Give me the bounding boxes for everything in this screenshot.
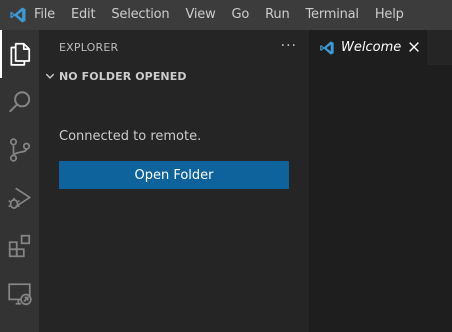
activity-bar <box>0 30 39 332</box>
activity-search[interactable] <box>0 78 39 126</box>
explorer-icon <box>9 42 30 66</box>
connected-message: Connected to remote. <box>59 129 202 144</box>
activity-run-debug[interactable] <box>0 174 39 222</box>
run-debug-icon <box>8 187 31 209</box>
tab-label: Welcome <box>341 40 402 55</box>
vscode-tab-icon <box>320 40 334 55</box>
more-actions-button[interactable]: ··· <box>281 39 297 53</box>
tab-welcome[interactable]: Welcome <box>309 30 427 65</box>
editor-tabs: Welcome <box>309 30 452 65</box>
section-title: NO FOLDER OPENED <box>59 69 187 83</box>
sidebar-header: EXPLORER ··· <box>39 30 309 65</box>
vscode-logo-icon <box>0 0 36 30</box>
activity-extensions[interactable] <box>0 222 39 270</box>
menu-edit[interactable]: Edit <box>63 0 103 30</box>
menu-terminal[interactable]: Terminal <box>297 0 366 30</box>
menu-help[interactable]: Help <box>367 0 412 30</box>
no-folder-section-header[interactable]: NO FOLDER OPENED <box>39 65 309 87</box>
menu-run[interactable]: Run <box>257 0 297 30</box>
activity-explorer[interactable] <box>0 30 39 78</box>
menu-view[interactable]: View <box>177 0 223 30</box>
menu-selection[interactable]: Selection <box>103 0 177 30</box>
menu-bar: File Edit Selection View Go Run Terminal… <box>34 0 412 30</box>
extensions-icon <box>8 234 30 258</box>
source-control-icon <box>9 138 30 162</box>
search-icon <box>8 91 30 113</box>
explorer-sidebar: EXPLORER ··· NO FOLDER OPENED Connected … <box>39 30 309 332</box>
sidebar-title: EXPLORER <box>59 41 119 54</box>
menu-file[interactable]: File <box>34 0 63 30</box>
activity-source-control[interactable] <box>0 126 39 174</box>
chevron-down-icon <box>45 73 55 79</box>
title-bar: File Edit Selection View Go Run Terminal… <box>0 0 452 30</box>
remote-explorer-icon <box>7 283 32 306</box>
open-folder-button[interactable]: Open Folder <box>59 161 289 189</box>
editor-area <box>309 65 452 332</box>
activity-remote-explorer[interactable] <box>0 270 39 318</box>
close-icon[interactable] <box>407 40 421 54</box>
menu-go[interactable]: Go <box>224 0 258 30</box>
